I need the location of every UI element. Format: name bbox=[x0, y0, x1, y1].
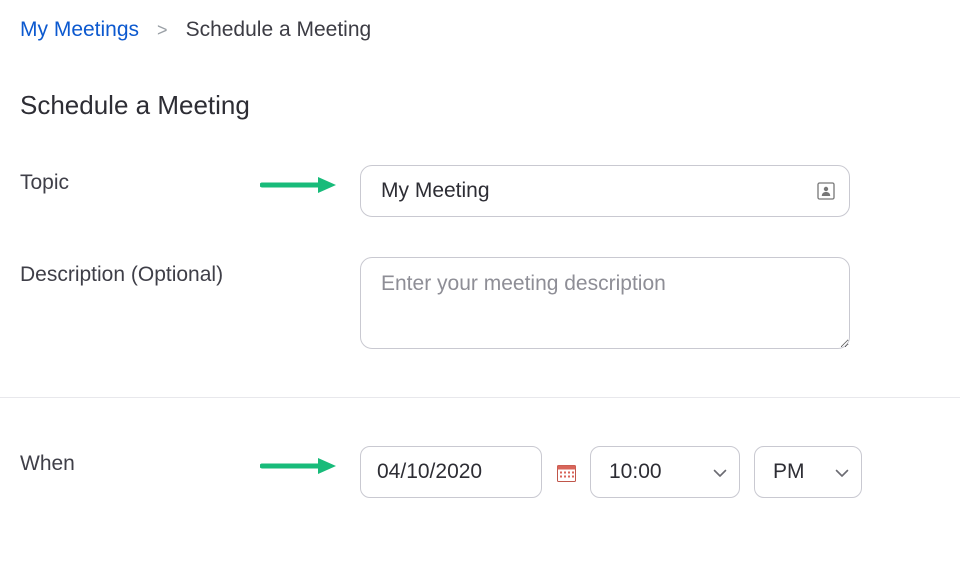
ampm-select[interactable]: PM bbox=[754, 446, 862, 498]
chevron-down-icon bbox=[835, 460, 849, 484]
description-textarea[interactable] bbox=[360, 257, 850, 349]
time-select-value: 10:00 bbox=[609, 460, 662, 484]
row-when: When bbox=[20, 446, 940, 498]
time-select[interactable]: 10:00 bbox=[590, 446, 740, 498]
breadcrumb-link-my-meetings[interactable]: My Meetings bbox=[20, 18, 139, 42]
label-topic: Topic bbox=[20, 165, 260, 195]
arrow-annotation-topic bbox=[260, 165, 360, 195]
topic-input[interactable] bbox=[360, 165, 850, 217]
section-divider bbox=[0, 397, 960, 398]
label-when: When bbox=[20, 446, 260, 476]
breadcrumb: My Meetings > Schedule a Meeting bbox=[20, 18, 940, 42]
chevron-down-icon bbox=[713, 460, 727, 484]
arrow-annotation-when bbox=[260, 446, 360, 476]
arrow-right-icon bbox=[260, 175, 338, 195]
form-section-basic: Topic Description (Optional) bbox=[20, 165, 940, 397]
topic-input-wrap bbox=[360, 165, 850, 217]
calendar-icon[interactable] bbox=[556, 462, 576, 482]
form-section-when: When bbox=[20, 446, 940, 546]
contact-card-icon[interactable] bbox=[816, 181, 836, 201]
page-title: Schedule a Meeting bbox=[20, 90, 940, 121]
ampm-select-value: PM bbox=[773, 460, 805, 484]
row-description: Description (Optional) bbox=[20, 257, 940, 349]
label-description: Description (Optional) bbox=[20, 257, 260, 287]
arrow-spacer-description bbox=[260, 257, 360, 267]
row-topic: Topic bbox=[20, 165, 940, 217]
breadcrumb-separator: > bbox=[157, 20, 168, 41]
breadcrumb-current: Schedule a Meeting bbox=[186, 18, 372, 42]
date-input[interactable] bbox=[360, 446, 542, 498]
arrow-right-icon bbox=[260, 456, 338, 476]
